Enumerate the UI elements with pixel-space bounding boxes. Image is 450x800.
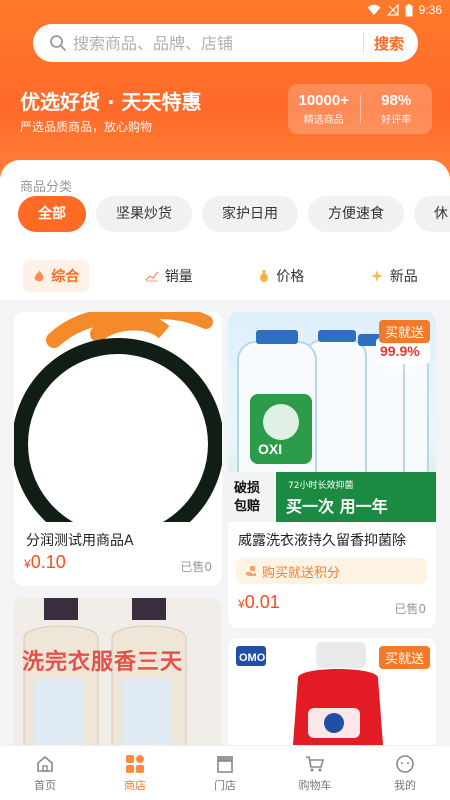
stat-products: 10000+ 精选商品 [288, 92, 360, 126]
home-icon [37, 755, 53, 772]
store-grid-icon [126, 754, 144, 773]
nav-profile[interactable]: 我的 [360, 746, 450, 800]
nav-label: 我的 [394, 778, 416, 792]
stat-value: 10000+ [298, 92, 349, 109]
hero-subslogan: 严选品质商品，放心购物 [20, 120, 153, 134]
points-tag: 购买就送积分 [236, 558, 427, 584]
stat-value: 98% [381, 92, 412, 109]
nav-label: 购物车 [298, 778, 332, 792]
search-bar[interactable]: 搜索 [33, 24, 418, 62]
product-image [14, 312, 222, 522]
product-name: 威露洗衣液持久留香抑菌除 [238, 533, 406, 549]
product-image: 洗完衣服香三天 [14, 598, 222, 745]
status-time: 9:36 [418, 3, 442, 17]
sort-tab-price[interactable]: 价格 [225, 256, 338, 296]
product-name: 分润测试用商品A [26, 533, 134, 549]
nav-shop[interactable]: 门店 [180, 746, 270, 800]
banner-main-text: 买一次 用一年 [286, 497, 388, 516]
nav-label: 商店 [124, 778, 146, 792]
category-title: 商品分类 [20, 180, 73, 195]
price-value: 0.01 [244, 592, 280, 612]
damage-guarantee-text: 破损 [234, 480, 260, 496]
category-chip-more[interactable]: 休 [414, 196, 450, 232]
sterilization-rate-text: 99.9% [380, 343, 420, 359]
battery-icon [405, 3, 413, 16]
points-text: 购买就送积分 [262, 565, 341, 581]
sort-tab-sales[interactable]: 销量 [113, 256, 226, 296]
nav-home[interactable]: 首页 [0, 746, 90, 800]
stat-label: 精选商品 [303, 115, 344, 126]
sort-label: 综合 [51, 269, 80, 285]
category-panel: 商品分类 全部 坚果炒货 家护日用 方便速食 休 综合 销量 价格 新品 [0, 160, 450, 300]
sort-label: 销量 [164, 269, 193, 285]
nav-label: 门店 [214, 778, 236, 792]
stat-rating: 98% 好评率 [361, 92, 433, 126]
sort-label: 新品 [389, 269, 418, 285]
product-grid: 分润测试用商品A ¥0.10 已售0 OXI 99.9% 除菌率 破损 包赔 7… [0, 300, 450, 745]
status-bar: 9:36 [0, 0, 450, 22]
flame-icon [35, 270, 44, 282]
product-price: ¥0.10 [24, 552, 66, 573]
profile-icon [396, 754, 414, 773]
promo-badge: 买就送 [378, 320, 430, 343]
shop-front-icon [217, 755, 233, 773]
search-input[interactable] [73, 33, 363, 53]
cart-icon [306, 755, 325, 771]
sterilization-rate-sub: 除菌率 [388, 364, 412, 374]
nav-store[interactable]: 商店 [90, 746, 180, 800]
search-button[interactable]: 搜索 [364, 33, 414, 54]
sort-tab-overall[interactable]: 综合 [0, 256, 113, 296]
search-icon [43, 24, 73, 62]
category-chip-all[interactable]: 全部 [18, 196, 86, 232]
stat-label: 好评率 [381, 115, 412, 126]
sort-tab-new[interactable]: 新品 [338, 256, 450, 296]
nav-cart[interactable]: 购物车 [270, 746, 360, 800]
category-chip-nuts[interactable]: 坚果炒货 [96, 196, 192, 232]
sparkle-icon [370, 270, 383, 282]
currency-symbol: ¥ [238, 597, 245, 611]
signal-icon [386, 4, 399, 16]
currency-symbol: ¥ [24, 557, 31, 571]
hero-slogan: 优选好货 · 天天特惠 [20, 90, 202, 114]
sort-tabs: 综合 销量 价格 新品 [0, 256, 450, 296]
money-bag-icon [260, 270, 269, 282]
stats-box: 10000+ 精选商品 98% 好评率 [288, 84, 432, 134]
category-chip-instant-food[interactable]: 方便速食 [308, 196, 404, 232]
bottom-nav: 首页 商店 门店 购物车 我的 [0, 745, 450, 800]
product-card[interactable]: OMO 买就送 [228, 638, 436, 745]
promo-badge: 买就送 [378, 646, 430, 669]
promo-overlay-text: 洗完衣服香三天 [22, 650, 184, 675]
product-card[interactable]: 分润测试用商品A ¥0.10 已售0 [14, 312, 222, 586]
product-card[interactable]: 洗完衣服香三天 [14, 598, 222, 745]
price-value: 0.10 [30, 552, 66, 572]
wifi-icon [367, 4, 381, 15]
sort-label: 价格 [276, 269, 305, 285]
svg-text:包赔: 包赔 [234, 498, 260, 514]
trend-chart-icon [145, 271, 159, 282]
sold-count: 已售0 [180, 560, 212, 574]
gift-hand-icon [246, 566, 256, 576]
category-chips: 全部 坚果炒货 家护日用 方便速食 休 [18, 196, 450, 232]
category-chip-household[interactable]: 家护日用 [202, 196, 298, 232]
antibacterial-text: 72小时长效抑菌 [288, 479, 353, 491]
product-price: ¥0.01 [238, 592, 280, 613]
brand-oxi-text: OXI [258, 441, 282, 457]
product-image: OXI 99.9% 除菌率 破损 包赔 72小时长效抑菌 买一次 用一年 [228, 312, 436, 522]
sold-count: 已售0 [394, 602, 426, 616]
brand-omo-text: OMO [239, 652, 266, 664]
nav-label: 首页 [34, 778, 56, 792]
product-card[interactable]: OXI 99.9% 除菌率 破损 包赔 72小时长效抑菌 买一次 用一年 买就送… [228, 312, 436, 628]
